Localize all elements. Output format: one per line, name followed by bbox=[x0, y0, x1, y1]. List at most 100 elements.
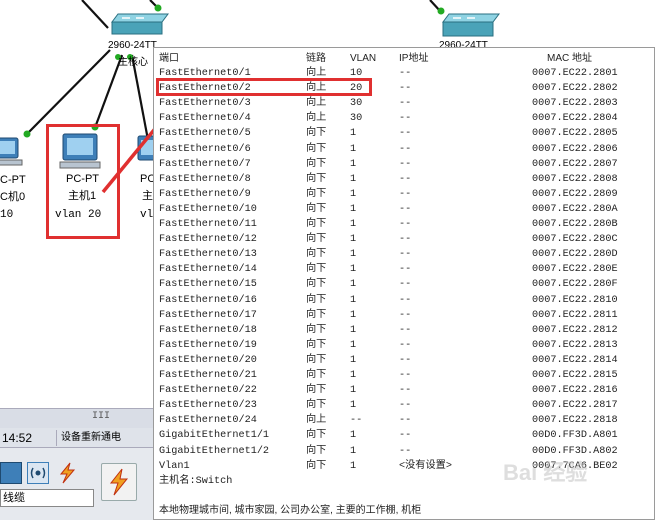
port-vlan-cell: 1 bbox=[350, 264, 357, 276]
hostname-line: 主机名:Switch bbox=[159, 476, 233, 487]
port-mac-cell: 0007.EC22.280A bbox=[532, 203, 618, 215]
port-ip-cell: -- bbox=[399, 203, 412, 215]
switch-icon-left[interactable] bbox=[111, 13, 169, 35]
port-vlan-cell: 1 bbox=[350, 339, 357, 351]
port-port-cell: FastEthernet0/19 bbox=[159, 339, 257, 351]
port-mac-cell: 0007.EC22.2808 bbox=[532, 173, 618, 185]
port-link-cell: 向下 bbox=[306, 173, 327, 185]
header-port: 端口 bbox=[159, 53, 179, 64]
auto-connection-button[interactable] bbox=[101, 463, 137, 501]
port-vlan-cell: 1 bbox=[350, 294, 357, 306]
port-row-highlight-box bbox=[156, 78, 372, 96]
port-vlan-cell: 1 bbox=[350, 460, 357, 472]
switch-port-tooltip: 端口 链路 VLAN IP地址 MAC 地址 FastEthernet0/1 向上… bbox=[153, 47, 655, 520]
port-vlan-cell: 1 bbox=[350, 309, 357, 321]
port-vlan-cell: 1 bbox=[350, 219, 357, 230]
wireless-category-icon[interactable] bbox=[27, 462, 49, 484]
port-mac-cell: 0007.EC22.2802 bbox=[532, 83, 618, 95]
port-mac-cell: 0007.EC22.2816 bbox=[532, 385, 618, 397]
port-link-cell: 向下 bbox=[306, 249, 327, 261]
port-ip-cell: -- bbox=[399, 158, 412, 170]
port-port-cell: FastEthernet0/3 bbox=[159, 98, 251, 110]
port-port-cell: FastEthernet0/18 bbox=[159, 324, 257, 336]
pane-splitter[interactable] bbox=[0, 408, 153, 428]
switch-category-icon[interactable] bbox=[0, 462, 22, 484]
link-light bbox=[23, 130, 31, 138]
port-ip-cell: -- bbox=[399, 415, 412, 427]
port-link-cell: 向上 bbox=[306, 113, 327, 125]
port-mac-cell: 0007.EC22.2804 bbox=[532, 113, 618, 125]
port-mac-cell: 0007.EC22.280C bbox=[532, 234, 618, 246]
port-port-cell: FastEthernet0/17 bbox=[159, 309, 257, 321]
port-vlan-cell: 1 bbox=[350, 234, 357, 246]
port-ip-cell: -- bbox=[399, 385, 412, 397]
splitter-grip[interactable]: III bbox=[92, 411, 110, 422]
cable-type-field[interactable]: 线缆 bbox=[0, 489, 94, 507]
port-mac-cell: 0007.EC22.280F bbox=[532, 279, 618, 291]
port-port-cell: FastEthernet0/21 bbox=[159, 370, 257, 381]
port-port-cell: FastEthernet0/12 bbox=[159, 234, 257, 246]
port-ip-cell: -- bbox=[399, 68, 412, 79]
port-link-cell: 向下 bbox=[306, 279, 327, 291]
port-link-cell: 向下 bbox=[306, 294, 327, 306]
port-ip-cell: -- bbox=[399, 324, 412, 336]
port-vlan-cell: 1 bbox=[350, 249, 357, 261]
port-vlan-cell: 1 bbox=[350, 173, 357, 185]
port-port-cell: FastEthernet0/24 bbox=[159, 415, 257, 427]
port-link-cell: 向下 bbox=[306, 234, 327, 246]
link-light bbox=[437, 7, 445, 15]
port-port-cell: FastEthernet0/20 bbox=[159, 354, 257, 366]
port-vlan-cell: 30 bbox=[350, 113, 363, 125]
port-ip-cell: -- bbox=[399, 219, 412, 230]
port-link-cell: 向下 bbox=[306, 339, 327, 351]
port-ip-cell: -- bbox=[399, 188, 412, 200]
port-mac-cell: 0007.EC22.2813 bbox=[532, 339, 618, 351]
port-link-cell: 向下 bbox=[306, 324, 327, 336]
port-port-cell: FastEthernet0/6 bbox=[159, 143, 251, 155]
port-link-cell: 向下 bbox=[306, 445, 327, 457]
port-link-cell: 向下 bbox=[306, 158, 327, 170]
port-mac-cell: 0007.EC22.2811 bbox=[532, 309, 618, 321]
switch-model-label-left: 2960-24TT bbox=[108, 40, 157, 51]
port-mac-cell: 0007.EC22.2807 bbox=[532, 158, 618, 170]
status-message: 设备重新通电 bbox=[56, 430, 121, 446]
port-link-cell: 向下 bbox=[306, 203, 327, 215]
port-mac-cell: 0007.EC22.2806 bbox=[532, 143, 618, 155]
port-link-cell: 向下 bbox=[306, 400, 327, 412]
header-vlan: VLAN bbox=[350, 53, 377, 64]
pc2-name-label: 主 bbox=[142, 190, 153, 202]
port-link-cell: 向下 bbox=[306, 128, 327, 140]
port-vlan-cell: 1 bbox=[350, 324, 357, 336]
switch-icon-right[interactable] bbox=[442, 13, 500, 37]
port-ip-cell: -- bbox=[399, 83, 412, 95]
port-vlan-cell: 1 bbox=[350, 354, 357, 366]
port-ip-cell: <没有设置> bbox=[399, 460, 452, 472]
port-ip-cell: -- bbox=[399, 294, 412, 306]
port-port-cell: FastEthernet0/8 bbox=[159, 173, 251, 185]
port-vlan-cell: 30 bbox=[350, 98, 363, 110]
port-port-cell: FastEthernet0/13 bbox=[159, 249, 257, 261]
connections-category-icon[interactable] bbox=[56, 462, 78, 484]
switch-name-label-left: 主核心 bbox=[118, 57, 148, 68]
port-mac-cell: 0007.EC22.2809 bbox=[532, 188, 618, 200]
port-ip-cell: -- bbox=[399, 339, 412, 351]
port-port-cell: GigabitEthernet1/2 bbox=[159, 445, 270, 457]
port-vlan-cell: 1 bbox=[350, 445, 357, 457]
port-vlan-cell: 1 bbox=[350, 128, 357, 140]
port-link-cell: 向上 bbox=[306, 98, 327, 110]
port-mac-cell: 0007.EC22.2805 bbox=[532, 128, 618, 140]
port-port-cell: FastEthernet0/14 bbox=[159, 264, 257, 276]
pc2-vlan-note: vl bbox=[140, 209, 154, 221]
port-ip-cell: -- bbox=[399, 445, 412, 457]
port-mac-cell: 00D0.FF3D.A801 bbox=[532, 430, 618, 442]
port-vlan-cell: 1 bbox=[350, 370, 357, 381]
port-ip-cell: -- bbox=[399, 264, 412, 276]
pc0-vlan-note: 10 bbox=[0, 209, 14, 221]
pc-icon[interactable] bbox=[0, 137, 23, 166]
port-mac-cell: 0007.EC22.2814 bbox=[532, 354, 618, 366]
port-link-cell: 向下 bbox=[306, 188, 327, 200]
port-mac-cell: 0007.EC22.2801 bbox=[532, 68, 618, 79]
port-vlan-cell: 1 bbox=[350, 188, 357, 200]
port-mac-cell: 0007.EC22.280B bbox=[532, 219, 618, 230]
time-display: 14:52 bbox=[2, 431, 33, 445]
